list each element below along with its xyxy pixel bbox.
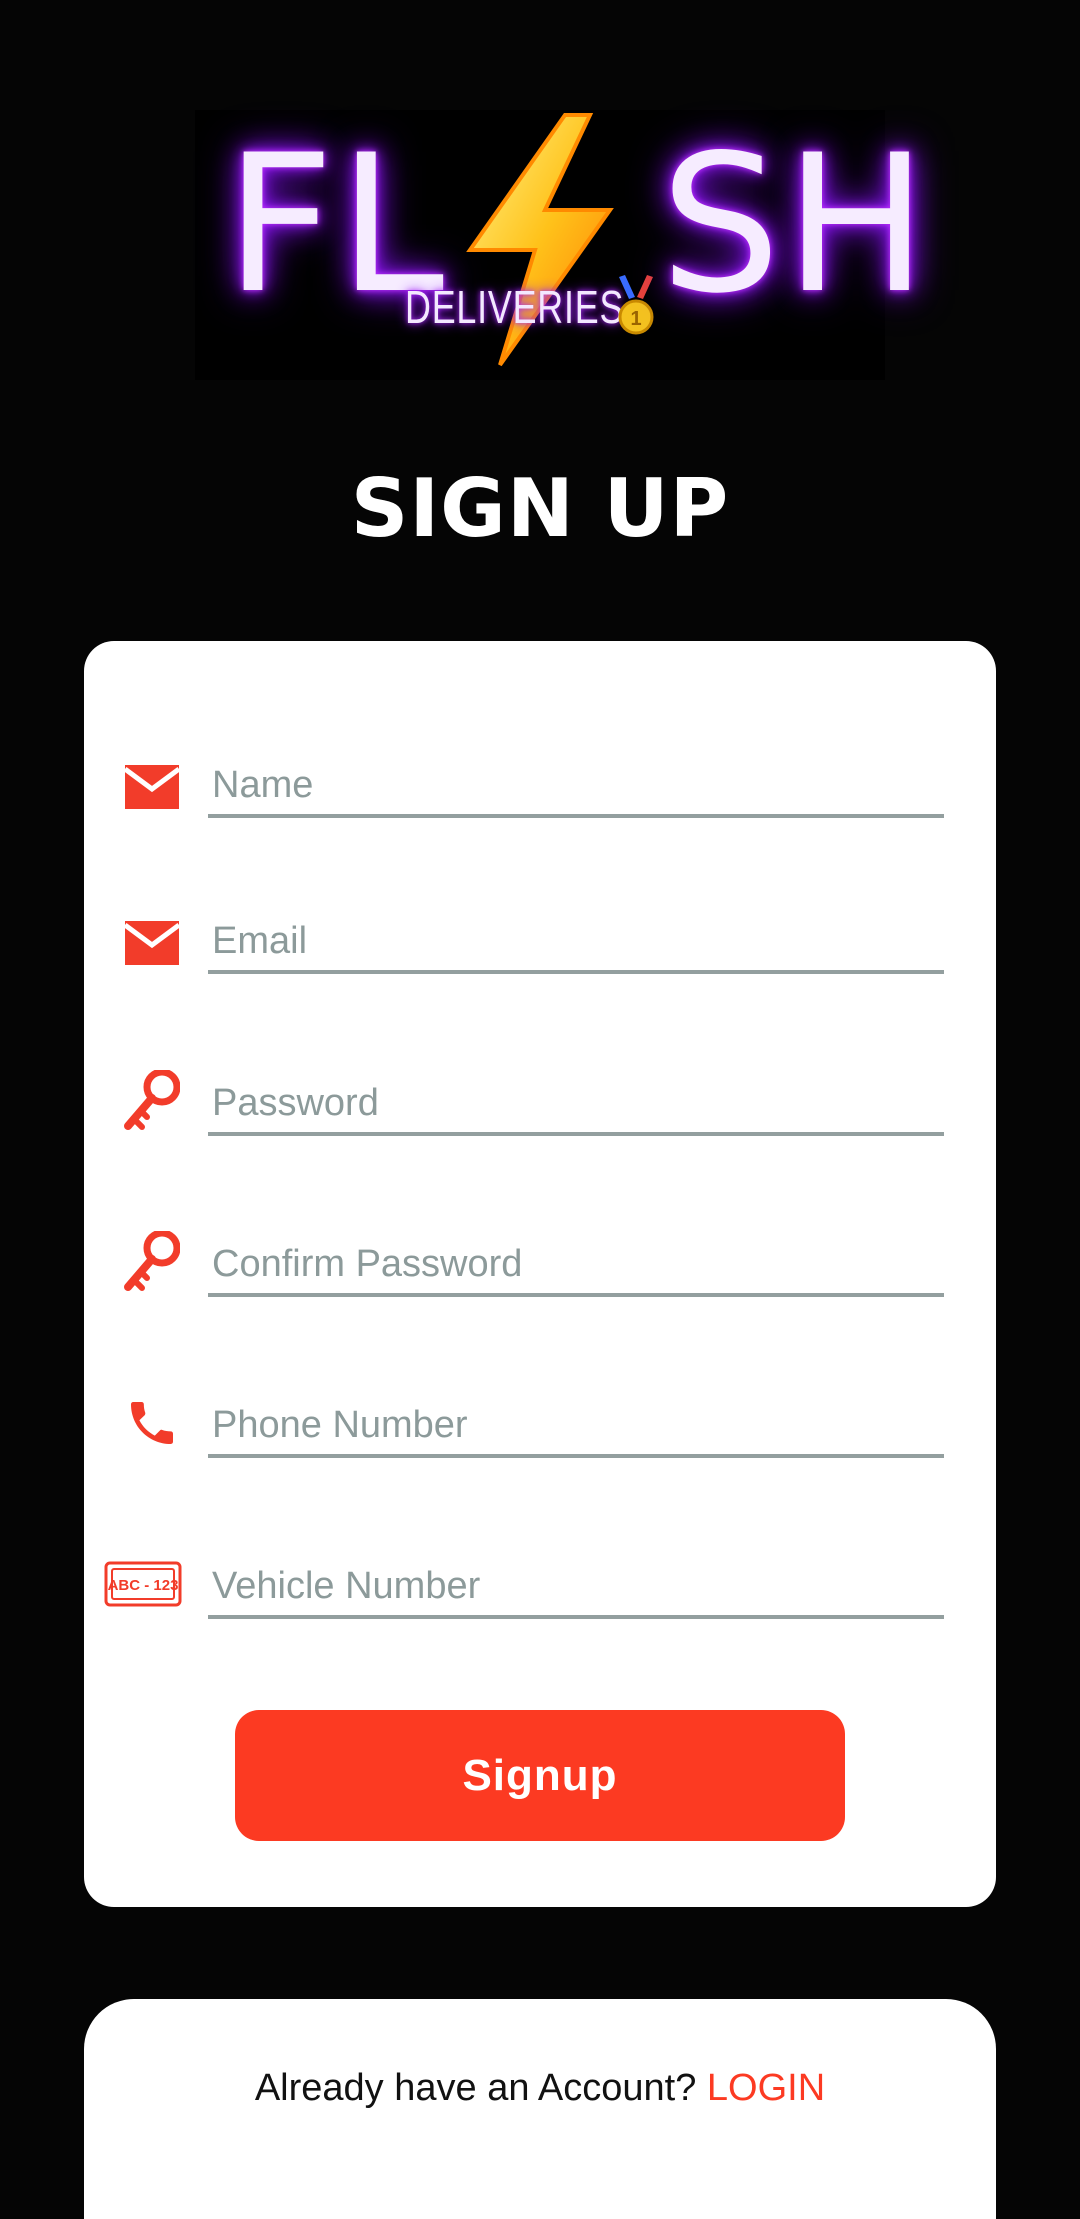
name-field-row bbox=[84, 748, 996, 828]
password-field-row bbox=[84, 1066, 996, 1146]
email-input[interactable] bbox=[208, 912, 944, 974]
login-prompt-card: Already have an Account? LOGIN bbox=[84, 1999, 996, 2219]
login-prompt: Already have an Account? LOGIN bbox=[84, 2067, 996, 2110]
phone-number-input[interactable] bbox=[208, 1396, 944, 1458]
login-link[interactable]: LOGIN bbox=[707, 2067, 825, 2109]
phone-field-row bbox=[84, 1388, 996, 1468]
name-input[interactable] bbox=[208, 756, 944, 818]
medal-number: 1 bbox=[630, 308, 641, 330]
vehicle-field-row: ABC - 123 bbox=[84, 1549, 996, 1629]
phone-icon bbox=[110, 1388, 194, 1458]
signup-form-card: ABC - 123 Signup bbox=[84, 641, 996, 1907]
confirm-password-field-row bbox=[84, 1227, 996, 1307]
envelope-icon bbox=[110, 752, 194, 822]
logo-letters-right: SH bbox=[660, 114, 932, 335]
license-plate-icon: ABC - 123 bbox=[102, 1549, 184, 1619]
page-title: SIGN UP bbox=[350, 462, 730, 555]
license-plate-text: ABC - 123 bbox=[108, 1577, 179, 1594]
medal-icon: 1 bbox=[618, 275, 654, 335]
key-icon bbox=[110, 1227, 194, 1297]
envelope-icon bbox=[110, 908, 194, 978]
key-icon bbox=[110, 1066, 194, 1136]
confirm-password-input[interactable] bbox=[208, 1235, 944, 1297]
email-field-row bbox=[84, 904, 996, 984]
logo-subtitle: DELIVERIES bbox=[405, 281, 625, 333]
app-logo: FL DELIVERIES 1 SH bbox=[195, 110, 927, 380]
password-input[interactable] bbox=[208, 1074, 944, 1136]
vehicle-number-input[interactable] bbox=[208, 1557, 944, 1619]
login-prompt-text: Already have an Account? bbox=[254, 2067, 697, 2109]
signup-button[interactable]: Signup bbox=[235, 1710, 845, 1841]
